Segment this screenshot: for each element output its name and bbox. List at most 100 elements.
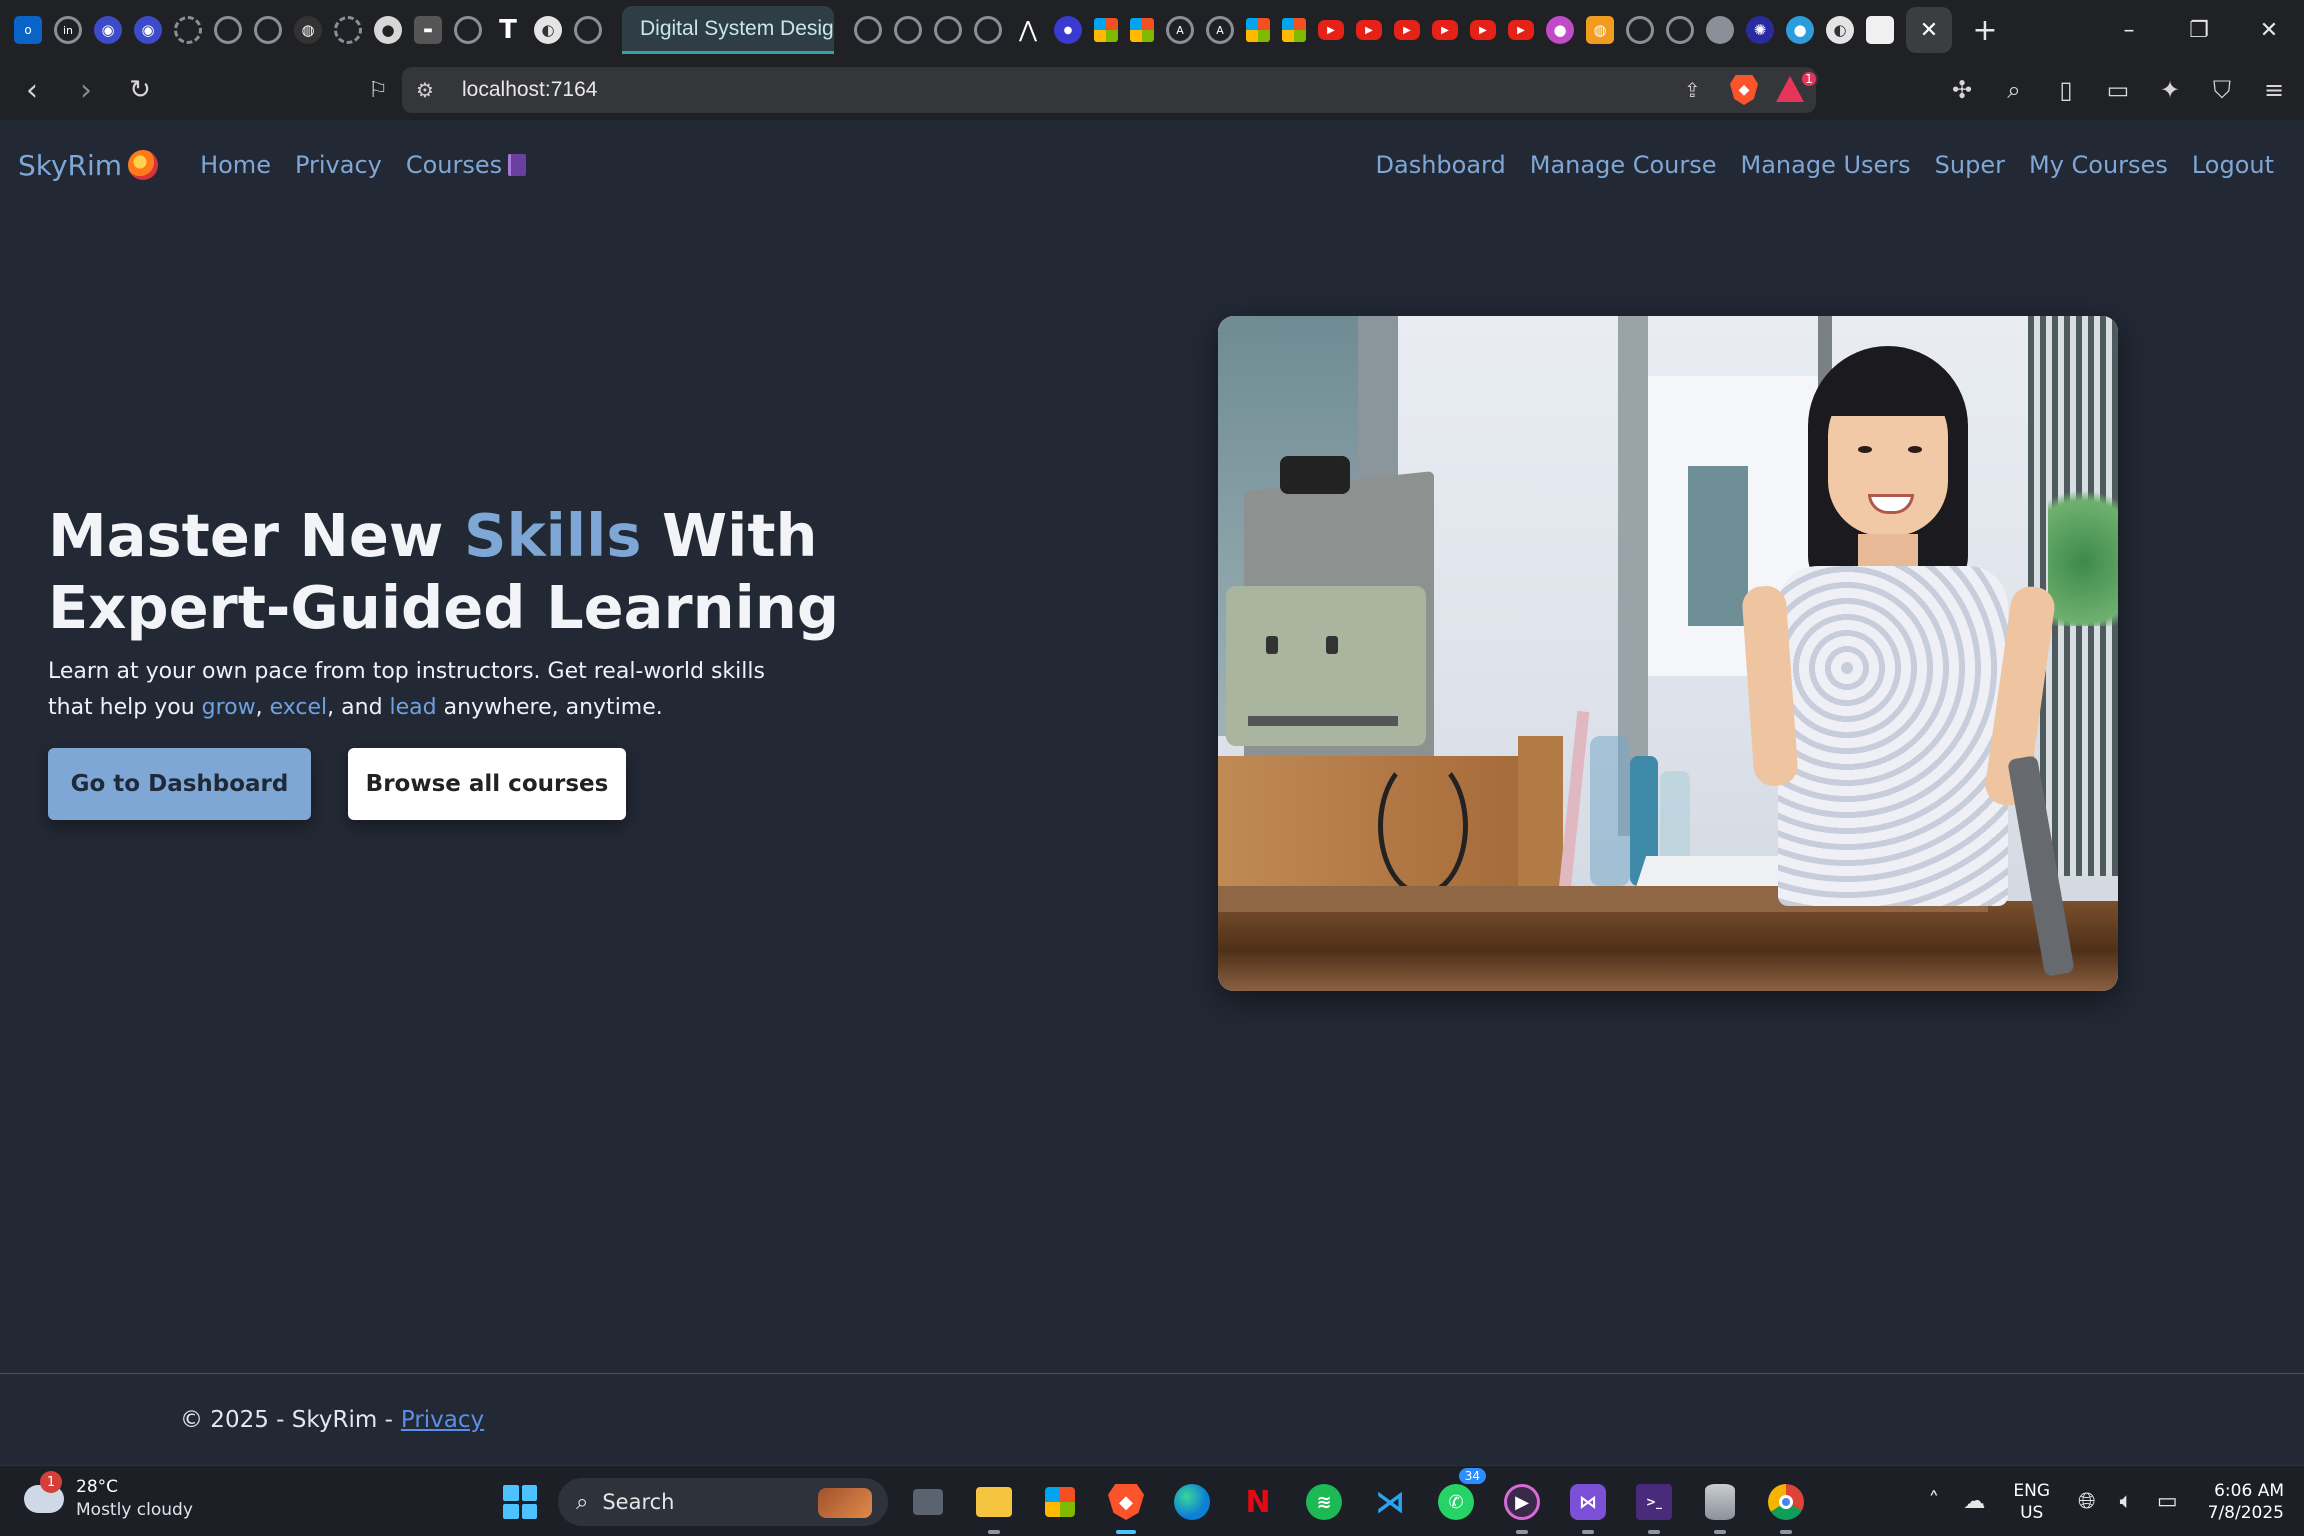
tab-icon[interactable] bbox=[574, 16, 602, 44]
loading-tab-icon[interactable] bbox=[174, 16, 202, 44]
tab-icon[interactable]: ◉ bbox=[134, 16, 162, 44]
nav-link-manage-course[interactable]: Manage Course bbox=[1530, 151, 1717, 179]
tab-icon[interactable]: ● bbox=[1054, 16, 1082, 44]
site-settings-icon[interactable]: ⚙ bbox=[416, 78, 444, 102]
go-to-dashboard-button[interactable]: Go to Dashboard bbox=[48, 748, 311, 820]
tab-icon[interactable] bbox=[214, 16, 242, 44]
globe-tab-icon[interactable]: ◐ bbox=[534, 16, 562, 44]
active-tab[interactable]: Digital System Desig bbox=[622, 6, 834, 54]
tab-icon[interactable] bbox=[1706, 16, 1734, 44]
terminal-icon[interactable]: >_ bbox=[1630, 1478, 1678, 1534]
nav-link-dashboard[interactable]: Dashboard bbox=[1376, 151, 1506, 179]
youtube-tab-icon[interactable]: ▶ bbox=[1470, 20, 1496, 40]
tab-icon[interactable] bbox=[1626, 16, 1654, 44]
brave-browser-icon[interactable]: ◆ bbox=[1102, 1478, 1150, 1534]
microsoft-tab-icon[interactable] bbox=[1130, 18, 1154, 42]
language-indicator[interactable]: ENG US bbox=[2013, 1480, 2050, 1524]
loading-tab-icon[interactable] bbox=[334, 16, 362, 44]
file-explorer-icon[interactable] bbox=[970, 1478, 1018, 1534]
onedrive-icon[interactable]: ☁ bbox=[1963, 1489, 1985, 1514]
nav-link-my-courses[interactable]: My Courses bbox=[2029, 151, 2168, 179]
network-globe-icon[interactable]: 🌐︎ bbox=[2078, 1489, 2096, 1514]
youtube-tab-icon[interactable]: ▶ bbox=[1318, 20, 1344, 40]
bookmark-icon[interactable]: ⚐ bbox=[356, 68, 400, 112]
tab-icon[interactable]: ◍ bbox=[1586, 16, 1614, 44]
wallet-icon[interactable]: ▭ bbox=[2098, 68, 2138, 112]
share-icon[interactable]: ⇪ bbox=[1684, 78, 1712, 102]
tab-icon[interactable]: ✺ bbox=[1746, 16, 1774, 44]
nav-link-courses[interactable]: Courses bbox=[406, 151, 527, 179]
youtube-tab-icon[interactable]: ▶ bbox=[1356, 20, 1382, 40]
netflix-icon[interactable]: N bbox=[1234, 1478, 1282, 1526]
tab-icon[interactable]: ● bbox=[1786, 16, 1814, 44]
microsoft-tab-icon[interactable] bbox=[1094, 18, 1118, 42]
close-window-button[interactable]: ✕ bbox=[2234, 0, 2304, 60]
tab-icon[interactable]: A bbox=[1206, 16, 1234, 44]
leo-ai-icon[interactable]: ✦ bbox=[2150, 68, 2190, 112]
screenshot-icon[interactable]: ⌕ bbox=[1994, 68, 2034, 112]
tab-icon[interactable] bbox=[854, 16, 882, 44]
weather-widget[interactable]: 1 28°C Mostly cloudy bbox=[24, 1471, 193, 1522]
whatsapp-icon[interactable]: ✆ 34 bbox=[1432, 1468, 1486, 1526]
chrome-icon[interactable] bbox=[1762, 1478, 1810, 1534]
forward-icon[interactable]: › bbox=[64, 68, 108, 112]
nav-link-super[interactable]: Super bbox=[1935, 151, 2005, 179]
restore-button[interactable]: ❐ bbox=[2164, 0, 2234, 60]
youtube-tab-icon[interactable]: ▶ bbox=[1394, 20, 1420, 40]
taskbar-search[interactable]: ⌕ Search bbox=[558, 1478, 888, 1526]
tab-icon[interactable]: ⋀ bbox=[1014, 16, 1042, 44]
nav-link-privacy[interactable]: Privacy bbox=[295, 151, 382, 179]
microsoft-tab-icon[interactable] bbox=[1246, 18, 1270, 42]
nav-link-home[interactable]: Home bbox=[200, 151, 271, 179]
github-tab-icon[interactable]: ◍ bbox=[294, 16, 322, 44]
extensions-icon[interactable]: ✣ bbox=[1942, 68, 1982, 112]
media-player-icon[interactable]: ▶ bbox=[1498, 1478, 1546, 1534]
clock[interactable]: 6:06 AM 7/8/2025 bbox=[2208, 1480, 2284, 1524]
tab-icon[interactable] bbox=[934, 16, 962, 44]
new-tab-button[interactable]: + bbox=[1962, 7, 2008, 53]
react-tab-icon[interactable] bbox=[454, 16, 482, 44]
nav-link-manage-users[interactable]: Manage Users bbox=[1741, 151, 1911, 179]
globe-tab-icon[interactable]: ◐ bbox=[1826, 16, 1854, 44]
tab-icon[interactable]: ▬ bbox=[414, 16, 442, 44]
footer-privacy-link[interactable]: Privacy bbox=[401, 1407, 484, 1433]
browse-all-courses-button[interactable]: Browse all courses bbox=[348, 748, 626, 820]
url-text[interactable]: localhost:7164 bbox=[462, 78, 597, 102]
brand-link[interactable]: SkyRim bbox=[18, 149, 159, 182]
address-bar[interactable]: ⚙ localhost:7164 ⇪ ◆ 1 bbox=[402, 67, 1818, 113]
microsoft-tab-icon[interactable] bbox=[1282, 18, 1306, 42]
edge-icon[interactable] bbox=[1168, 1478, 1216, 1526]
spotify-icon[interactable]: ≋ bbox=[1300, 1478, 1348, 1526]
youtube-tab-icon[interactable]: ▶ bbox=[1432, 20, 1458, 40]
windows-start-icon[interactable] bbox=[503, 1485, 537, 1519]
database-icon[interactable] bbox=[1696, 1478, 1744, 1534]
battery-icon[interactable]: ▭ bbox=[2157, 1489, 2178, 1514]
tab-icon[interactable] bbox=[974, 16, 1002, 44]
tab-icon[interactable] bbox=[894, 16, 922, 44]
menu-icon[interactable]: ≡ bbox=[2254, 68, 2294, 112]
minimize-button[interactable]: – bbox=[2094, 0, 2164, 60]
volume-icon[interactable]: 🔈︎ bbox=[2120, 1489, 2133, 1514]
document-tab-icon[interactable] bbox=[1866, 16, 1894, 44]
microsoft-store-icon[interactable] bbox=[1036, 1478, 1084, 1526]
tab-icon[interactable]: ◉ bbox=[94, 16, 122, 44]
task-view-icon[interactable] bbox=[904, 1478, 952, 1526]
sidebar-icon[interactable]: ▯ bbox=[2046, 68, 2086, 112]
tab-icon[interactable] bbox=[1666, 16, 1694, 44]
brave-rewards-icon[interactable]: 1 bbox=[1776, 70, 1818, 104]
back-icon[interactable]: ‹ bbox=[10, 68, 54, 112]
visual-studio-icon[interactable]: ⋈ bbox=[1564, 1478, 1612, 1534]
reload-icon[interactable]: ↻ bbox=[118, 68, 162, 112]
youtube-tab-icon[interactable]: ▶ bbox=[1508, 20, 1534, 40]
tab-icon[interactable]: ● bbox=[1546, 16, 1574, 44]
chevron-up-icon[interactable]: ˄ bbox=[1928, 1489, 1939, 1514]
linkedin-tab-icon[interactable]: in bbox=[54, 16, 82, 44]
typora-tab-icon[interactable]: T bbox=[494, 15, 522, 45]
github-tab-icon[interactable]: ● bbox=[374, 16, 402, 44]
tab-icon[interactable]: A bbox=[1166, 16, 1194, 44]
tab-icon[interactable] bbox=[254, 16, 282, 44]
close-tab-icon[interactable]: ✕ bbox=[1906, 7, 1952, 53]
nav-link-logout[interactable]: Logout bbox=[2192, 151, 2274, 179]
brave-shields-icon[interactable]: ◆ bbox=[1730, 75, 1758, 105]
vpn-shield-icon[interactable]: ⛉ bbox=[2202, 68, 2242, 112]
